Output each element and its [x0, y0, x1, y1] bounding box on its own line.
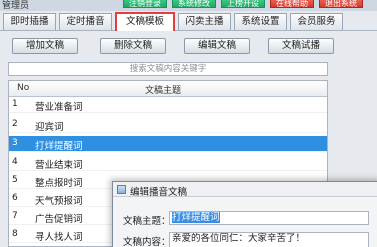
add-script-button[interactable]: 增加文稿: [12, 38, 78, 54]
preview-script-button[interactable]: 文稿试播: [268, 38, 334, 54]
tab-instant-broadcast[interactable]: 即时插播: [3, 13, 56, 30]
row-number: 1: [12, 99, 18, 109]
tab-script-templates[interactable]: 文稿模板: [115, 12, 175, 31]
system-modify-button[interactable]: 系统修改: [172, 0, 216, 8]
table-row-selected[interactable]: 3 打烊提醒词: [9, 136, 327, 152]
row-number: 5: [12, 175, 18, 185]
table-row[interactable]: 2 迎宾词: [9, 117, 327, 133]
row-number: 2: [12, 119, 18, 129]
row-title: 天气预报词: [35, 196, 83, 207]
row-title: 打烊提醒词: [35, 141, 83, 152]
toolbar: 增加文稿 删除文稿 编辑文稿 文稿试播: [0, 32, 377, 58]
dialog-title-bar[interactable]: 编辑播音文稿: [113, 182, 377, 198]
tab-system-settings[interactable]: 系统设置: [234, 13, 287, 30]
column-header-title: 文稿主题: [145, 86, 182, 96]
title-bar: 管理员 注销登录 系统修改 上榜开设 在线帮助 退出系统: [0, 0, 377, 11]
row-title: 营业准备词: [35, 102, 83, 113]
app-window: 管理员 注销登录 系统修改 上榜开设 在线帮助 退出系统 即时插播 定时播音 文…: [0, 0, 377, 247]
subject-field-value: 打烊提醒词: [172, 212, 220, 223]
app-title: 管理员: [2, 1, 30, 11]
table-row[interactable]: 4 营业结束词: [9, 155, 327, 171]
row-number: 7: [12, 211, 18, 221]
delete-script-button[interactable]: 删除文稿: [100, 38, 166, 54]
tab-scheduled-broadcast[interactable]: 定时播音: [59, 13, 112, 30]
subject-field[interactable]: 打烊提醒词: [169, 211, 369, 225]
edit-script-button[interactable]: 编辑文稿: [184, 38, 250, 54]
content-textarea[interactable]: 亲爱的各位同仁：大家辛苦了！: [169, 232, 369, 247]
tab-flash-sale[interactable]: 闪卖主播: [178, 13, 231, 30]
search-input[interactable]: 搜索文稿内容关键字: [8, 62, 328, 76]
row-title: 整点报时词: [35, 178, 83, 189]
table-header: No 文稿主题: [9, 81, 327, 97]
logout-button[interactable]: 注销登录: [123, 0, 167, 8]
dialog-title: 编辑播音文稿: [130, 187, 188, 198]
listing-button[interactable]: 上榜开设: [221, 0, 265, 8]
column-header-no: No: [17, 83, 30, 93]
table-row[interactable]: 1 营业准备词: [9, 97, 327, 113]
online-help-button[interactable]: 在线帮助: [270, 0, 314, 8]
row-title: 广告促销词: [35, 214, 83, 225]
exit-system-button[interactable]: 退出系统: [319, 0, 363, 8]
row-number: 3: [12, 138, 18, 148]
tab-bar: 即时插播 定时播音 文稿模板 闪卖主播 系统设置 会员服务: [0, 11, 377, 31]
window-icon: [117, 185, 126, 194]
row-title: 寻人找人词: [35, 232, 83, 243]
subject-label: 文稿主题：: [123, 216, 171, 227]
row-title: 营业结束词: [35, 160, 83, 171]
row-title: 迎宾词: [35, 122, 64, 133]
edit-script-dialog: 编辑播音文稿 文稿主题： 打烊提醒词 文稿内容： 亲爱的各位同仁：大家辛苦了！: [112, 181, 377, 247]
row-number: 8: [12, 229, 18, 239]
row-number: 4: [12, 157, 18, 167]
tab-member-service[interactable]: 会员服务: [290, 13, 343, 30]
content-label: 文稿内容：: [123, 237, 171, 247]
row-number: 6: [12, 193, 18, 203]
